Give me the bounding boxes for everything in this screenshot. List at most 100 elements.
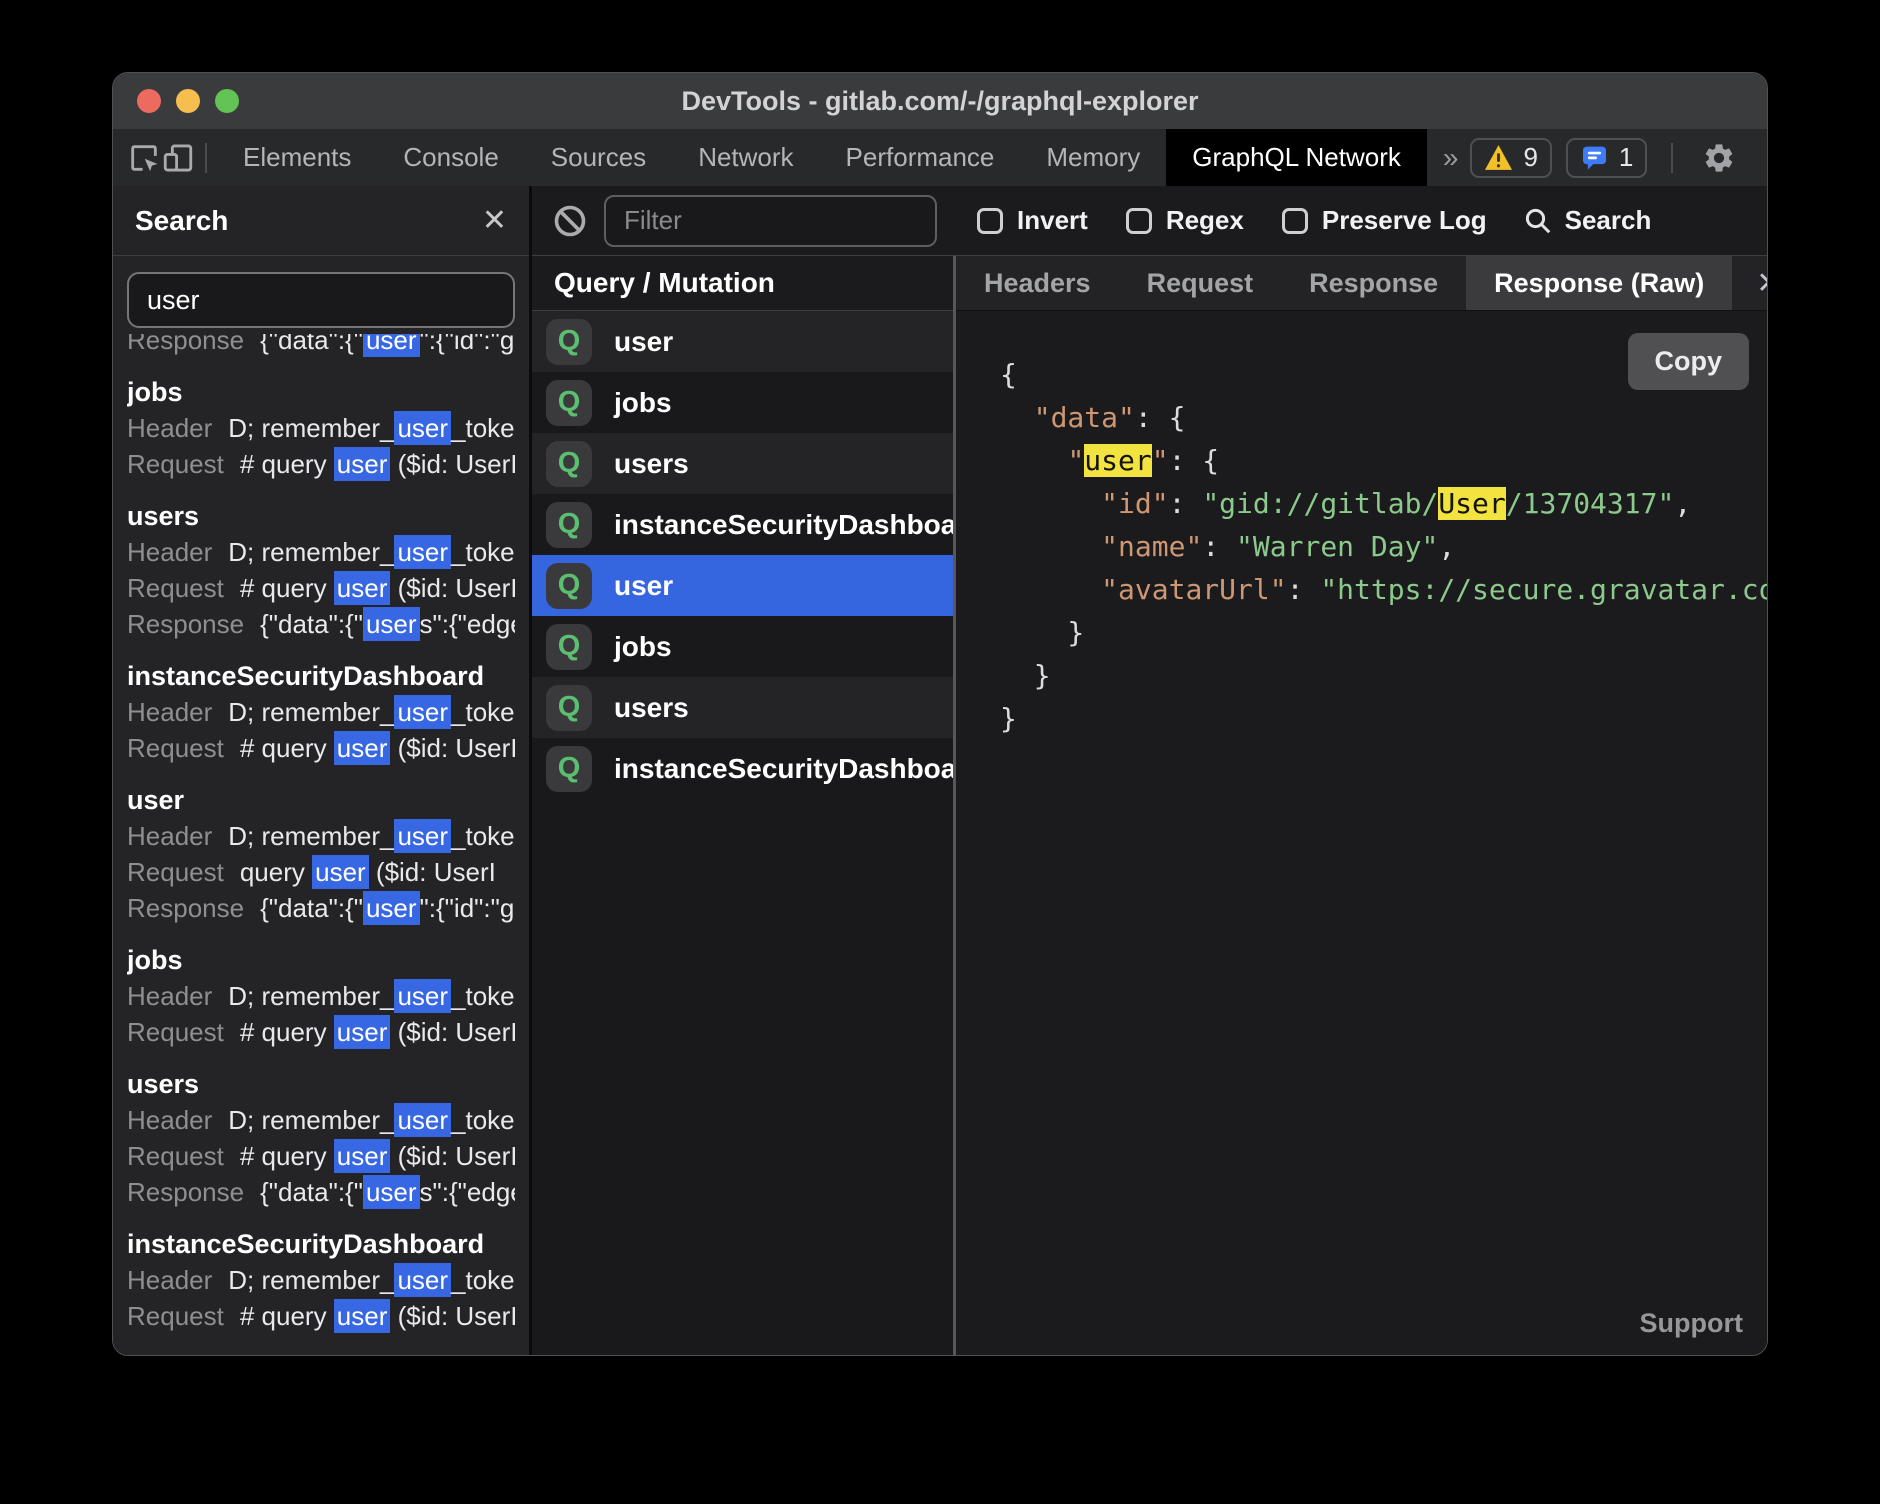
search-result-line[interactable]: Request# query user ($id: UserI [127, 730, 515, 766]
details-tabs: HeadersRequestResponseResponse (Raw) ✕ [956, 256, 1767, 311]
search-result-group-title[interactable]: instanceSecurityDashboard [127, 658, 515, 694]
search-result-line[interactable]: HeaderD; remember_user_token=e [127, 978, 515, 1014]
search-result-group-title[interactable]: instanceSecurityDashboard [127, 1226, 515, 1262]
tab-sources[interactable]: Sources [525, 129, 672, 186]
tab-elements[interactable]: Elements [217, 129, 377, 186]
support-link[interactable]: Support [1640, 1308, 1743, 1339]
result-text: ($id: UserI [390, 449, 515, 479]
result-line-label: Request [127, 1301, 224, 1331]
close-window-button[interactable] [137, 89, 161, 113]
search-result-group-title[interactable]: users [127, 1066, 515, 1102]
tab-console[interactable]: Console [377, 129, 524, 186]
search-result-line[interactable]: HeaderD; remember_user_token=e [127, 1262, 515, 1298]
result-line-label: Request [127, 449, 224, 479]
search-match-highlight: user [394, 1103, 451, 1137]
network-toolbar: Invert Regex Preserve Log Search [532, 186, 1767, 256]
devtools-tabbar: ElementsConsoleSourcesNetworkPerformance… [113, 129, 1767, 186]
result-text: # query [240, 1141, 334, 1171]
search-panel-header: Search ✕ [113, 186, 529, 256]
search-result-line[interactable]: HeaderD; remember_user_token=e [127, 534, 515, 570]
search-result-line[interactable]: Request# query user ($id: UserI [127, 1298, 515, 1334]
details-tab-headers[interactable]: Headers [956, 256, 1119, 310]
tab-graphql-network[interactable]: GraphQL Network [1166, 129, 1427, 186]
result-line-label: Request [127, 733, 224, 763]
warnings-badge[interactable]: 9 [1470, 138, 1551, 178]
tab-performance[interactable]: Performance [820, 129, 1021, 186]
checkbox-box[interactable] [1126, 208, 1152, 234]
copy-button[interactable]: Copy [1628, 333, 1750, 390]
details-tab-response[interactable]: Response [1281, 256, 1466, 310]
result-line-label: Request [127, 573, 224, 603]
toolbar-search-button[interactable]: Search [1523, 205, 1652, 236]
query-item-jobs[interactable]: Qjobs [532, 616, 953, 677]
search-match-highlight: user [334, 1015, 391, 1049]
search-result-line[interactable]: Response{"data":{"users":{"edges [127, 1174, 515, 1210]
search-result-line[interactable]: Response{"data":{"user":{"id":"gid [127, 334, 515, 358]
query-item-instanceSecurityDashboard[interactable]: QinstanceSecurityDashboard [532, 738, 953, 799]
checkbox-box[interactable] [1282, 208, 1308, 234]
issues-badge[interactable]: 1 [1566, 138, 1647, 178]
checkbox-box[interactable] [977, 208, 1003, 234]
search-result-line[interactable]: HeaderD; remember_user_token=e [127, 694, 515, 730]
search-result-line[interactable]: Request# query user ($id: UserI [127, 570, 515, 606]
search-input[interactable] [127, 272, 515, 328]
more-tabs-chevron-icon[interactable]: » [1427, 142, 1471, 174]
search-result-line[interactable]: HeaderD; remember_user_token=e [127, 410, 515, 446]
query-item-instanceSecurityDashboard[interactable]: QinstanceSecurityDashboard [532, 494, 953, 555]
query-type-badge: Q [546, 502, 592, 548]
clear-log-icon[interactable] [548, 199, 592, 243]
tab-memory[interactable]: Memory [1020, 129, 1166, 186]
search-match-highlight: user [394, 535, 451, 569]
close-details-icon[interactable]: ✕ [1732, 256, 1768, 310]
search-result-line[interactable]: Response{"data":{"users":{"edges [127, 606, 515, 642]
regex-checkbox[interactable]: Regex [1126, 205, 1244, 236]
search-result-group-title[interactable]: jobs [127, 374, 515, 410]
titlebar: DevTools - gitlab.com/-/graphql-explorer [113, 73, 1767, 129]
details-tab-request[interactable]: Request [1119, 256, 1282, 310]
search-result-group-title[interactable]: users [127, 498, 515, 534]
json-line: "user": { [1000, 439, 1767, 482]
search-result-group-title[interactable]: jobs [127, 942, 515, 978]
details-panel: HeadersRequestResponseResponse (Raw) ✕ C… [956, 256, 1767, 1355]
json-token: "name" [1101, 530, 1202, 563]
query-item-users[interactable]: Qusers [532, 433, 953, 494]
warning-count: 9 [1523, 142, 1537, 173]
minimize-window-button[interactable] [176, 89, 200, 113]
tab-network[interactable]: Network [672, 129, 819, 186]
search-result-line[interactable]: Request# query user ($id: UserI [127, 1138, 515, 1174]
json-token: , [1438, 530, 1455, 563]
query-item-user[interactable]: Quser [532, 311, 953, 372]
json-token: } [1000, 702, 1017, 735]
devtools-window: DevTools - gitlab.com/-/graphql-explorer… [112, 72, 1768, 1356]
result-text: ($id: UserI [390, 733, 515, 763]
json-token: /13704317" [1506, 487, 1675, 520]
search-result-line[interactable]: Request# query user ($id: UserI [127, 446, 515, 482]
json-token: "Warren Day" [1236, 530, 1438, 563]
close-search-panel-icon[interactable]: ✕ [482, 203, 507, 238]
result-text: _token=e [451, 697, 515, 727]
search-result-group-title[interactable]: user [127, 782, 515, 818]
json-token: : [1287, 573, 1321, 606]
query-item-user[interactable]: Quser [532, 555, 953, 616]
search-result-line[interactable]: HeaderD; remember_user_token=e [127, 818, 515, 854]
query-item-jobs[interactable]: Qjobs [532, 372, 953, 433]
result-line-label: Header [127, 1265, 212, 1295]
query-item-users[interactable]: Qusers [532, 677, 953, 738]
search-result-line[interactable]: Response{"data":{"user":{"id":"gid [127, 890, 515, 926]
search-result-line[interactable]: Requestquery user ($id: UserI [127, 854, 515, 890]
preserve-log-checkbox[interactable]: Preserve Log [1282, 205, 1487, 236]
device-toolbar-icon[interactable] [161, 129, 195, 186]
details-tabs-list: HeadersRequestResponseResponse (Raw) [956, 256, 1732, 310]
invert-checkbox[interactable]: Invert [977, 205, 1088, 236]
filter-input[interactable] [604, 195, 937, 247]
maximize-window-button[interactable] [215, 89, 239, 113]
json-line: } [1000, 697, 1767, 740]
search-result-line[interactable]: Request# query user ($id: UserI [127, 1014, 515, 1050]
search-result-line[interactable]: HeaderD; remember_user_token=e [127, 1102, 515, 1138]
details-tab-response-raw[interactable]: Response (Raw) [1466, 256, 1732, 310]
query-item-label: jobs [614, 387, 672, 419]
inspect-element-icon[interactable] [127, 129, 161, 186]
settings-gear-icon[interactable] [1697, 136, 1741, 180]
result-line-label: Header [127, 981, 212, 1011]
more-options-icon[interactable] [1755, 136, 1768, 180]
